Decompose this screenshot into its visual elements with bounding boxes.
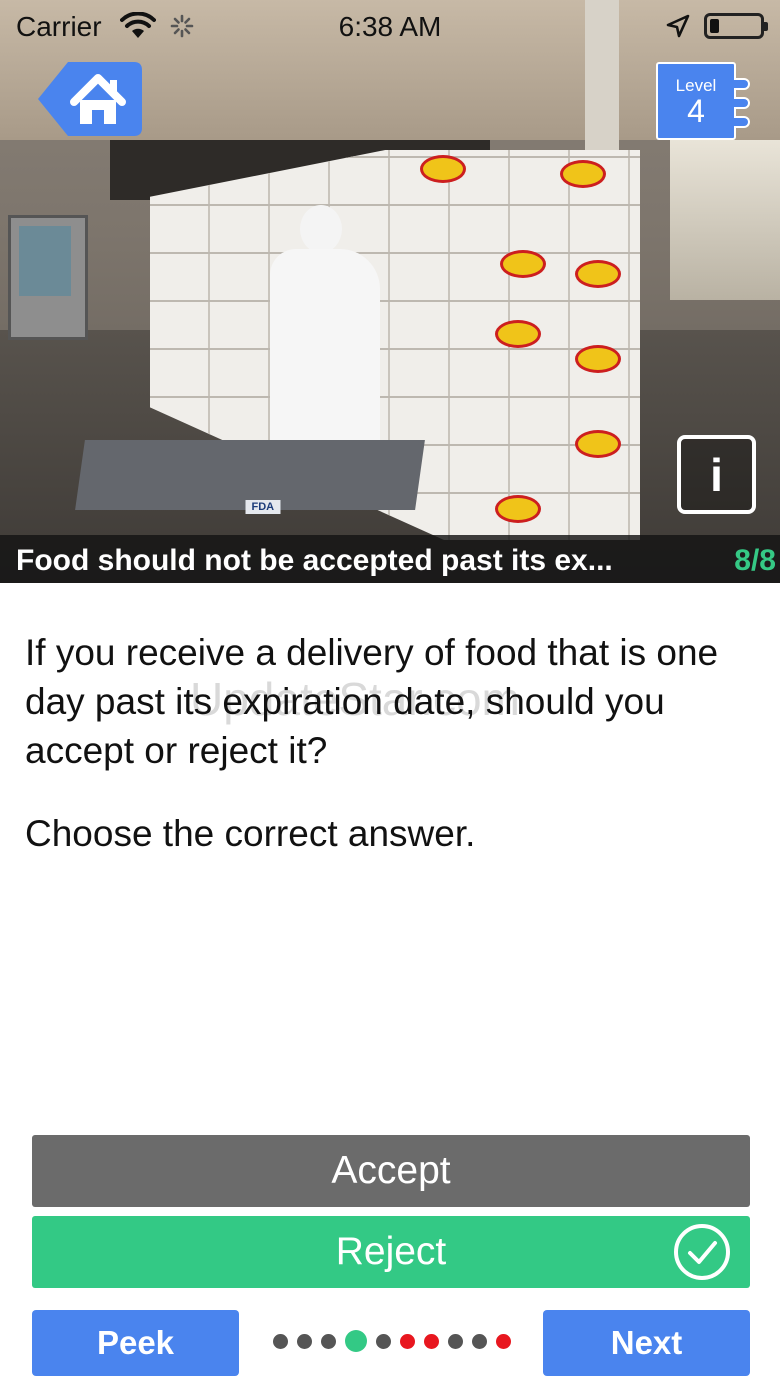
progress-dot-done (321, 1333, 336, 1349)
question-prompt: Choose the correct answer. (25, 813, 476, 854)
peek-label: Peek (96, 1324, 175, 1361)
battery-icon (704, 13, 768, 39)
progress-dot-done (376, 1333, 391, 1349)
answer-label: Reject (335, 1230, 447, 1273)
progress-dot-done (472, 1333, 487, 1349)
info-button[interactable]: i (677, 435, 756, 514)
progress-dot-wrong (496, 1333, 511, 1349)
peek-button[interactable]: Peek (32, 1310, 239, 1376)
photo-box-label (495, 320, 541, 348)
photo-box-label (495, 495, 541, 523)
photo-box-label (560, 160, 606, 188)
answer-accept-button[interactable]: Accept (32, 1135, 750, 1207)
level-number: 4 (687, 93, 705, 129)
home-icon (38, 62, 142, 136)
status-bar: Carrier 6:38 AM (0, 0, 780, 54)
photo-box-label (575, 430, 621, 458)
photo-vending-machine (8, 215, 88, 340)
level-tab (734, 97, 750, 109)
next-button[interactable]: Next (543, 1310, 750, 1376)
progress-dot-wrong (400, 1333, 415, 1349)
next-label: Next (610, 1324, 683, 1361)
photo-box-label (500, 250, 546, 278)
home-button[interactable] (38, 62, 142, 136)
photo-box-label (575, 260, 621, 288)
check-circle-icon (674, 1224, 730, 1280)
photo-window (670, 140, 780, 300)
photo-box-label (575, 345, 621, 373)
progress-dot-done (297, 1333, 312, 1349)
progress-dot-done (273, 1333, 288, 1349)
location-arrow-icon (666, 14, 690, 38)
level-tab (734, 78, 750, 90)
info-icon: i (710, 449, 723, 501)
progress-dot-done (448, 1333, 463, 1349)
level-badge[interactable]: Level 4 (656, 62, 750, 140)
progress-dot-wrong (424, 1333, 439, 1349)
caption-bar: Food should not be accepted past its ex.… (0, 535, 780, 583)
question-photo: FDA Level 4 i Food should not be accepte… (0, 0, 780, 583)
question-counter: 8/8 (734, 544, 776, 577)
photo-caption: Food should not be accepted past its ex.… (16, 544, 613, 577)
question-text: If you receive a delivery of food that i… (25, 632, 719, 771)
status-time: 6:38 AM (338, 11, 442, 42)
photo-inspector (270, 205, 390, 479)
progress-dot-current (345, 1330, 367, 1352)
photo-box-label (420, 155, 466, 183)
answer-reject-button[interactable]: Reject (32, 1216, 750, 1288)
photo-cart: FDA (75, 440, 425, 514)
level-tab (734, 116, 750, 128)
answer-label: Accept (331, 1149, 451, 1192)
progress-dots (270, 1327, 515, 1355)
cart-label: FDA (245, 500, 281, 514)
